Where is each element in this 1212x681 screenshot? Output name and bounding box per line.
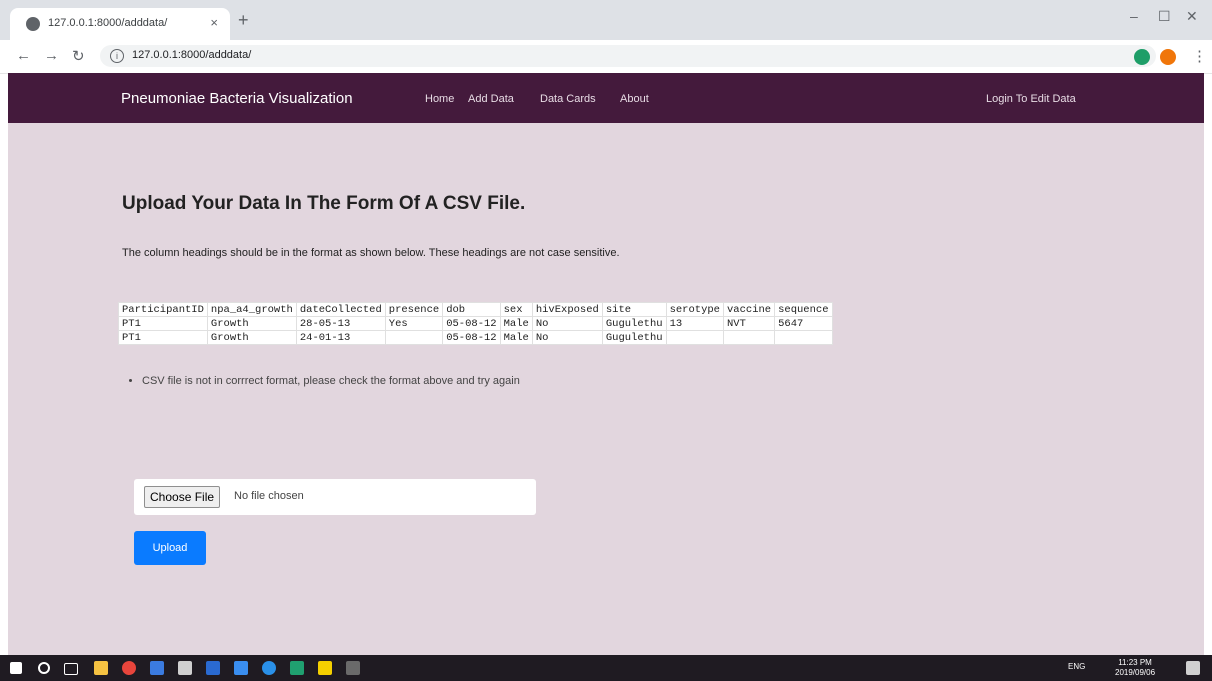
table-cell: vaccine — [722, 302, 776, 317]
info-icon[interactable]: i — [110, 49, 124, 63]
format-description: The column headings should be in the for… — [122, 247, 620, 259]
table-cell: sequence — [774, 302, 833, 317]
browser-tab-strip: 127.0.0.1:8000/adddata/ × + – ☐ ✕ — [0, 0, 1212, 40]
browser-toolbar: ← → ↻ i 127.0.0.1:8000/adddata/ ☆ ⋮ — [0, 40, 1212, 74]
table-cell — [665, 330, 724, 345]
table-cell: No — [531, 316, 603, 331]
csv-format-table: ParticipantID npa_a4_growth dateCollected p… — [118, 302, 833, 345]
table-cell: NVT — [722, 316, 776, 331]
table-cell: No — [531, 330, 603, 345]
nav-add-data[interactable]: Add Data — [468, 93, 514, 105]
new-tab-button[interactable]: + — [238, 11, 249, 29]
excel-icon[interactable] — [290, 661, 304, 675]
login-link[interactable]: Login To Edit Data — [986, 93, 1076, 105]
language-indicator[interactable]: ENG — [1068, 662, 1085, 671]
forward-arrow-icon[interactable]: → — [44, 47, 59, 64]
table-cell: 05-08-12 — [442, 316, 501, 331]
table-cell: Male — [499, 330, 533, 345]
table-cell: 24-01-13 — [295, 330, 386, 345]
upload-button[interactable]: Upload — [134, 531, 206, 565]
table-cell: Yes — [384, 316, 444, 331]
store-icon[interactable] — [234, 661, 248, 675]
table-cell — [774, 330, 833, 345]
table-cell — [722, 330, 776, 345]
table-cell: 28-05-13 — [295, 316, 386, 331]
windows-start-icon[interactable] — [10, 662, 22, 674]
table-cell: Growth — [206, 330, 297, 345]
choose-file-button[interactable]: Choose File — [144, 486, 221, 508]
window-close-button[interactable]: ✕ — [1186, 8, 1198, 25]
tab-close-icon[interactable]: × — [210, 15, 218, 30]
nav-home[interactable]: Home — [425, 93, 454, 105]
table-cell: Growth — [206, 316, 297, 331]
clock-time: 11:23 PM — [1118, 658, 1152, 667]
table-header-row: ParticipantID npa_a4_growth dateCollected p… — [118, 302, 833, 317]
table-cell: PT1 — [118, 316, 208, 331]
reload-icon[interactable]: ↻ — [72, 47, 85, 65]
app-icon[interactable] — [150, 661, 164, 675]
site-navbar: Pneumoniae Bacteria Visualization Home A… — [8, 73, 1204, 123]
table-cell — [384, 330, 444, 345]
word-icon[interactable] — [206, 661, 220, 675]
url-text: 127.0.0.1:8000/adddata/ — [132, 49, 252, 61]
table-row: PT1 Growth 24-01-13 05-08-12 Male No Gugulethu — [118, 330, 833, 345]
table-cell: Male — [499, 316, 533, 331]
browser-tab[interactable]: 127.0.0.1:8000/adddata/ × — [10, 8, 230, 40]
maximize-button[interactable]: ☐ — [1158, 8, 1171, 25]
main-content: Upload Your Data In The Form Of A CSV Fi… — [8, 123, 1204, 655]
brand-link[interactable]: Pneumoniae Bacteria Visualization — [121, 90, 353, 107]
notification-icon[interactable] — [1186, 661, 1200, 675]
table-cell: 5647 — [774, 316, 833, 331]
table-cell: sex — [499, 302, 533, 317]
table-cell: serotype — [665, 302, 724, 317]
table-cell: 05-08-12 — [442, 330, 501, 345]
table-cell: npa_a4_growth — [206, 302, 297, 317]
terminal-icon[interactable] — [346, 661, 360, 675]
file-input-field[interactable]: Choose File No file chosen — [134, 479, 536, 515]
extension-icon[interactable] — [1134, 49, 1150, 65]
windows-taskbar: ENG 11:23 PM 2019/09/06 — [0, 655, 1212, 681]
minimize-button[interactable]: – — [1130, 8, 1138, 24]
error-message: CSV file is not in corrrect format, plea… — [142, 375, 520, 387]
page-title: Upload Your Data In The Form Of A CSV Fi… — [122, 193, 526, 214]
table-row: PT1 Growth 28-05-13 Yes 05-08-12 Male No Gugule… — [118, 316, 833, 331]
nav-about[interactable]: About — [620, 93, 649, 105]
table-cell: 13 — [665, 316, 724, 331]
profile-avatar-icon[interactable] — [1160, 49, 1176, 65]
browser-app-icon[interactable] — [262, 661, 276, 675]
tab-title: 127.0.0.1:8000/adddata/ — [48, 17, 168, 29]
mail-icon[interactable] — [178, 661, 192, 675]
table-cell: Gugulethu — [601, 330, 667, 345]
taskbar-clock[interactable]: 11:23 PM 2019/09/06 — [1115, 658, 1155, 678]
csv-table-body: ParticipantID npa_a4_growth dateCollected p… — [118, 302, 833, 345]
file-status-text: No file chosen — [234, 490, 304, 502]
table-cell: Gugulethu — [601, 316, 667, 331]
table-cell: dob — [442, 302, 501, 317]
sticky-notes-icon[interactable] — [318, 661, 332, 675]
clock-date: 2019/09/06 — [1115, 668, 1156, 677]
table-cell: PT1 — [118, 330, 208, 345]
search-icon[interactable] — [38, 662, 50, 674]
globe-icon — [26, 17, 40, 31]
table-cell: presence — [384, 302, 444, 317]
table-cell: hivExposed — [531, 302, 603, 317]
table-cell: ParticipantID — [118, 302, 208, 317]
address-bar[interactable]: i 127.0.0.1:8000/adddata/ ☆ — [100, 45, 1156, 67]
nav-data-cards[interactable]: Data Cards — [540, 93, 596, 105]
file-explorer-icon[interactable] — [94, 661, 108, 675]
back-arrow-icon[interactable]: ← — [16, 47, 31, 64]
table-cell: dateCollected — [295, 302, 386, 317]
table-cell: site — [601, 302, 667, 317]
chrome-icon[interactable] — [122, 661, 136, 675]
error-list: CSV file is not in corrrect format, plea… — [122, 375, 520, 387]
more-menu-icon[interactable]: ⋮ — [1192, 47, 1207, 65]
task-view-icon[interactable] — [64, 663, 78, 675]
